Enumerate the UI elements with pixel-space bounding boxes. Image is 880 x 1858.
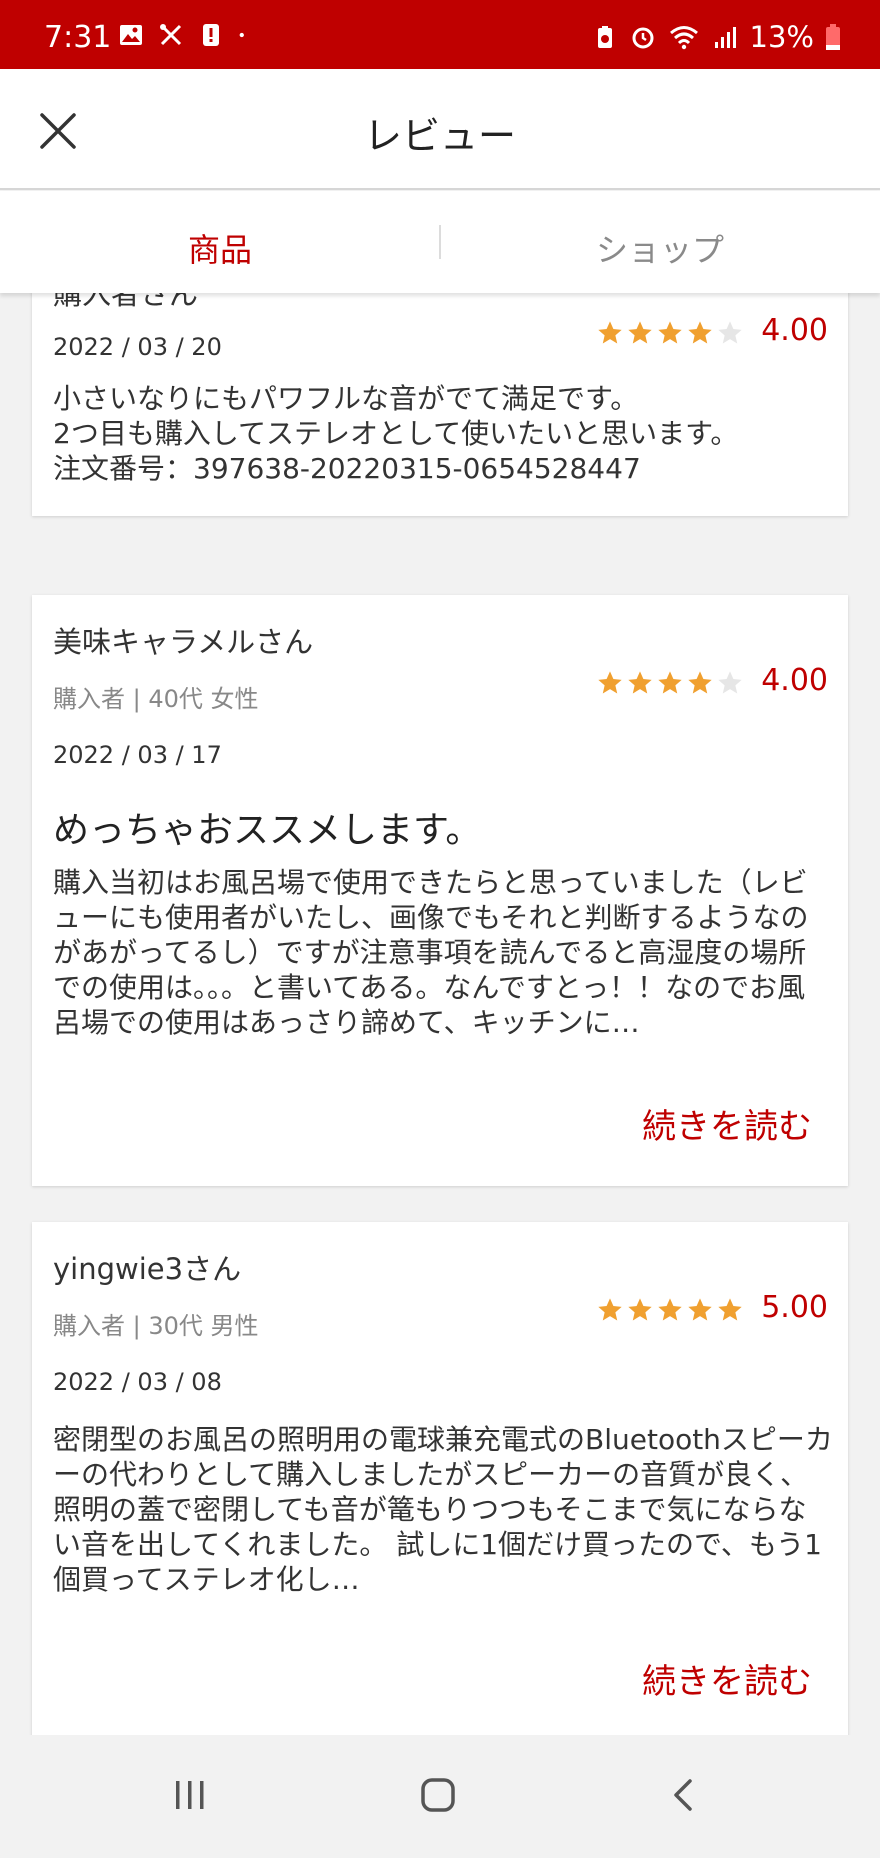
- review-title: めっちゃおススメします。: [53, 810, 482, 851]
- star-rating: [596, 1296, 744, 1324]
- star-rating: [596, 319, 744, 347]
- star-filled-icon: [598, 321, 622, 344]
- rating-score: 4.00: [761, 313, 828, 348]
- review-card: yingwie3さん 購入者 | 30代 男性 5.00 2022 / 03 /…: [32, 1222, 848, 1735]
- recent-apps-icon[interactable]: [170, 1775, 210, 1815]
- review-list[interactable]: 購入者さん 4.00 2022 / 03 / 20 小さいなりにもパワフルな音が…: [0, 293, 880, 1735]
- review-card: 購入者さん 4.00 2022 / 03 / 20 小さいなりにもパワフルな音が…: [32, 293, 848, 516]
- reviewer-name: 美味キャラメルさん: [53, 625, 314, 659]
- reviewer-name: yingwie3さん: [53, 1252, 242, 1286]
- system-icons: 13%: [592, 20, 840, 54]
- star-filled-icon: [658, 671, 682, 694]
- review-date: 2022 / 03 / 08: [53, 1368, 222, 1396]
- star-filled-icon: [628, 1298, 652, 1321]
- rating-score: 5.00: [761, 1290, 828, 1325]
- review-card: 美味キャラメルさん 購入者 | 40代 女性 4.00 2022 / 03 / …: [32, 595, 848, 1186]
- review-date: 2022 / 03 / 20: [53, 333, 222, 361]
- tab-shop[interactable]: ショップ: [440, 225, 880, 271]
- star-filled-icon: [718, 1298, 742, 1321]
- review-body: 小さいなりにもパワフルな音がでて満足です。 2つ目も購入してステレオとして使いた…: [53, 382, 739, 485]
- review-date: 2022 / 03 / 17: [53, 741, 222, 769]
- signal-icon: [714, 27, 736, 48]
- notification-icons: [118, 22, 252, 48]
- app-header: レビュー: [0, 69, 880, 190]
- read-more-link[interactable]: 続きを読む: [642, 1654, 812, 1703]
- star-filled-icon: [688, 671, 712, 694]
- home-icon[interactable]: [418, 1775, 458, 1815]
- status-bar: 7:31 13%: [0, 0, 880, 69]
- wifi-icon: [669, 26, 698, 50]
- alarm-icon: [632, 27, 654, 49]
- reviewer-meta: 購入者 | 40代 女性: [53, 685, 259, 713]
- image-icon: [120, 25, 142, 45]
- reviewer-meta: 購入者 | 30代 男性: [53, 1312, 259, 1340]
- star-empty-icon: [718, 671, 742, 694]
- star-filled-icon: [658, 321, 682, 344]
- page-title: レビュー: [363, 114, 516, 158]
- review-body: 購入当初はお風呂場で使用できたらと思っていました（レビューにも使用者がいたし、画…: [53, 866, 809, 1039]
- star-filled-icon: [598, 671, 622, 694]
- dot-icon: [239, 32, 244, 38]
- star-filled-icon: [628, 671, 652, 694]
- star-rating: [596, 669, 744, 697]
- battery-percent: 13%: [749, 20, 814, 54]
- alert-icon: [203, 24, 219, 46]
- tab-bar: 商品 ショップ: [0, 191, 880, 293]
- star-filled-icon: [658, 1298, 682, 1321]
- rating-score: 4.00: [761, 663, 828, 698]
- review-body: 密閉型のお風呂の照明用の電球兼充電式のBluetoothスピーカーの代わりとして…: [53, 1423, 833, 1596]
- tab-product[interactable]: 商品: [0, 225, 440, 271]
- read-more-link[interactable]: 続きを読む: [642, 1099, 812, 1148]
- battery-saver-icon: [597, 26, 612, 48]
- star-filled-icon: [688, 321, 712, 344]
- system-nav-bar: [0, 1735, 880, 1858]
- star-filled-icon: [628, 321, 652, 344]
- back-icon[interactable]: [664, 1775, 704, 1815]
- reviewer-name: 購入者さん: [53, 293, 199, 311]
- star-filled-icon: [688, 1298, 712, 1321]
- star-empty-icon: [718, 321, 742, 344]
- battery-icon: [826, 24, 840, 50]
- tools-icon: [160, 24, 182, 46]
- status-time: 7:31: [44, 20, 112, 55]
- star-filled-icon: [598, 1298, 622, 1321]
